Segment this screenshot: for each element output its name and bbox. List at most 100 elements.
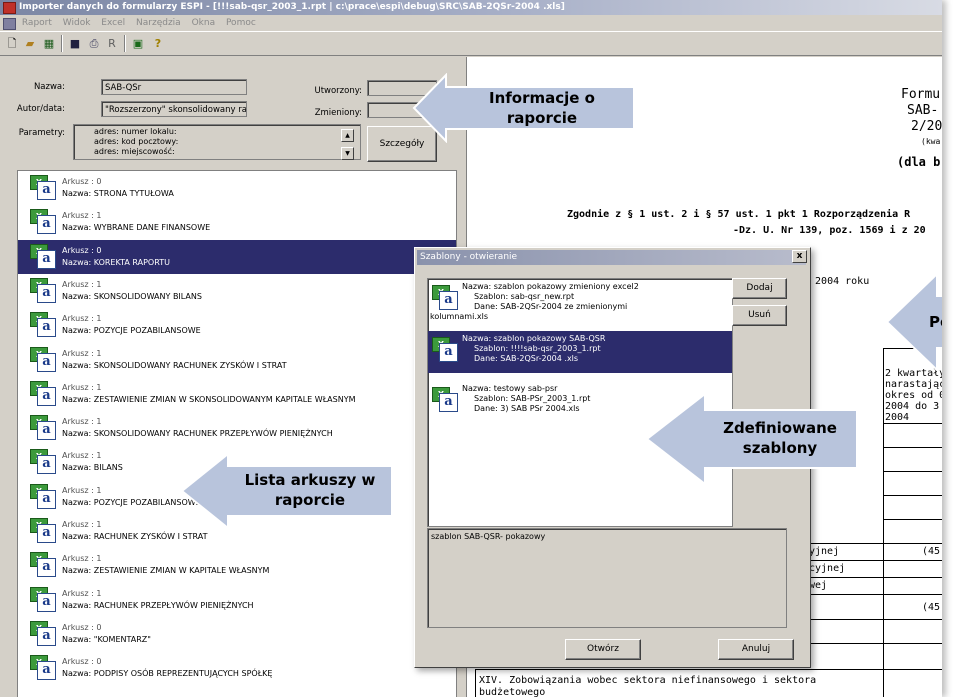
scroll-down-icon[interactable]: ▼ [341,147,354,160]
doc-row-b: cyjnej [809,563,846,574]
created-label: Utworzony: [314,86,362,96]
table-line [883,423,942,424]
open-icon[interactable]: ▰ [22,36,38,51]
excel-sheet-icon: Xa [30,209,56,234]
sheet-list-item[interactable]: Xa Arkusz : 1 Nazwa: ZESTAWIENIE ZMIAN W K… [18,548,456,582]
sheet-list-item[interactable]: Xa Arkusz : 1 Nazwa: SKONSOLIDOWANY BILANS [18,274,456,308]
sheet-name: Nazwa: KOREKTA RAPORTU [62,258,170,267]
excel-sheet-icon: Xa [30,587,56,612]
toolbar: 🗋 ▰ ▦ ■ ⎙ R ▣ ? [0,31,942,56]
doc-col-4: 2004 do 3 [885,401,940,412]
doc-row-a-value: (45 [922,546,941,557]
doc-year: ł 2004 roku [803,276,870,287]
sheet-list-item[interactable]: Xa Arkusz : 1 Nazwa: POZYCJE POZABILANSOWE [18,308,456,342]
table-line [807,543,942,544]
template-file: Szablon: SAB-PSr_2003_1.rpt [474,394,591,403]
sheet-list-item[interactable]: Xa Arkusz : 1 Nazwa: SKONSOLIDOWANY RACHUN… [18,343,456,377]
template-item[interactable]: Xa Nazwa: szablon pokazowy zmieniony exc… [428,279,732,325]
callout-report-info-line1: Informacje o [489,89,595,107]
doc-law-1: Zgodnie z § 1 ust. 2 i § 57 ust. 1 pkt 1… [567,209,911,220]
scroll-up-icon[interactable]: ▲ [341,129,354,142]
menu-bar: Raport Widok Excel Narzędzia Okna Pomoc [0,15,942,31]
table-line [807,619,942,620]
excel-sheet-icon: Xa [30,312,56,337]
dialog-title-bar: Szablony - otwieranie [417,250,806,265]
sheet-list-item[interactable]: Xa Arkusz : 0 Nazwa: STRONA TYTUŁOWA [18,171,456,205]
sheet-number: Arkusz : 1 [62,554,102,563]
template-text: Nazwa: testowy sab-psr Szablon: SAB-PSr_… [462,384,590,414]
sheet-number: Arkusz : 0 [62,246,102,255]
params-list[interactable]: adres: numer lokalu: adres: kod pocztowy… [73,124,361,160]
menu-excel[interactable]: Excel [101,18,125,28]
new-icon[interactable]: 🗋 [4,36,20,51]
name-label: Nazwa: [33,82,65,92]
sheet-number: Arkusz : 1 [62,280,102,289]
print-icon[interactable]: ⎙ [86,36,102,51]
template-text: Nazwa: szablon pokazowy SAB-QSR Szablon:… [462,334,605,364]
doc-title-5: (dla b [897,155,941,169]
help-icon[interactable]: ? [150,36,166,51]
add-button[interactable]: Dodaj [732,278,787,299]
excel-sheet-icon: Xa [30,415,56,440]
doc-row-a: yjnej [809,546,840,557]
sheet-number: Arkusz : 1 [62,211,102,220]
template-file: Szablon: sab-qsr_new.rpt [474,292,575,301]
template-item-selected[interactable]: Xa Nazwa: szablon pokazowy SAB-QSR Szabl… [428,331,732,373]
sheet-list-item[interactable]: Xa Arkusz : 0 Nazwa: "KOMENTARZ" [18,617,456,651]
sheet-name: Nazwa: ZESTAWIENIE ZMIAN W KAPITALE WŁAS… [62,566,270,575]
template-data: Dane: SAB-2QSr-2004 .xls [474,354,579,363]
callout-sheet-list-line1: Lista arkuszy w [244,471,376,489]
document-icon [3,18,16,30]
sheet-list-item[interactable]: Xa Arkusz : 1 Nazwa: WYBRANE DANE FINANSOW… [18,205,456,239]
sheet-list-item-selected[interactable]: Xa Arkusz : 0 Nazwa: KOREKTA RAPORTU [18,240,456,274]
doc-law-2: -Dz. U. Nr 139, poz. 1569 i z 20 [733,225,926,236]
param-item: adres: miejscowość: [94,147,175,156]
table-line [883,348,884,697]
dialog-close-button[interactable]: x [792,250,807,263]
table-line [883,447,942,448]
excel-icon[interactable]: ▣ [130,36,146,51]
menu-pomoc[interactable]: Pomoc [226,18,256,28]
save-icon[interactable]: ■ [67,36,83,51]
table-line [883,519,942,520]
report-icon[interactable]: R [104,36,120,51]
menu-widok[interactable]: Widok [63,18,91,28]
table-line [807,594,942,595]
template-data: Dane: 3) SAB PSr 2004.xls [474,404,580,413]
sheet-list-item[interactable]: Xa Arkusz : 0 Nazwa: PODPISY OSÓB REPREZEN… [18,651,456,685]
doc-title-1: Formu [901,87,941,102]
excel-sheet-icon[interactable]: ▦ [41,36,57,51]
sheet-number: Arkusz : 0 [62,177,102,186]
sheet-number: Arkusz : 1 [62,486,102,495]
doc-row-c-value: (45: [922,602,942,613]
author-field[interactable]: "Rozszerzony" skonsolidowany rap [101,101,247,117]
callout-right-partial-text: Po [929,313,942,331]
param-item: adres: numer lokalu: [94,127,177,136]
doc-footer-2: budżetowego [479,687,546,697]
table-line [807,577,942,578]
callout-report-info-line2: raporcie [506,109,578,127]
name-field[interactable]: SAB-QSr [101,79,247,95]
open-button[interactable]: Otwórz [565,639,641,660]
menu-okna[interactable]: Okna [192,18,216,28]
menu-raport[interactable]: Raport [22,18,52,28]
sheet-name: Nazwa: ZESTAWIENIE ZMIAN W SKONSOLIDOWAN… [62,395,356,404]
callout-report-info: Informacje o raporcie [412,73,637,143]
sheet-list-item[interactable]: Xa Arkusz : 1 Nazwa: ZESTAWIENIE ZMIAN W S… [18,377,456,411]
doc-footer-1: XIV. Zobowiązania wobec sektora niefinan… [479,675,817,686]
toolbar-separator [61,35,63,52]
sheet-name: Nazwa: PODPISY OSÓB REPREZENTUJĄCYCH SPÓ… [62,669,273,678]
sheet-list-item[interactable]: Xa Arkusz : 1 Nazwa: SKONSOLIDOWANY RACHUN… [18,411,456,445]
remove-button[interactable]: Usuń [732,305,787,326]
sheet-number: Arkusz : 1 [62,520,102,529]
sheet-list-item[interactable]: Xa Arkusz : 1 Nazwa: RACHUNEK PRZEPŁYWÓW P… [18,583,456,617]
callout-right-partial: Po [885,272,942,372]
excel-sheet-icon: Xa [30,347,56,372]
cancel-button[interactable]: Anuluj [718,639,794,660]
excel-template-icon: Xa [432,387,458,412]
table-line [883,471,942,472]
menu-narzedzia[interactable]: Narzędzia [136,18,181,28]
template-file: Szablon: !!!!sab-qsr_2003_1.rpt [474,344,601,353]
table-line [883,495,942,496]
sheet-number: Arkusz : 1 [62,314,102,323]
